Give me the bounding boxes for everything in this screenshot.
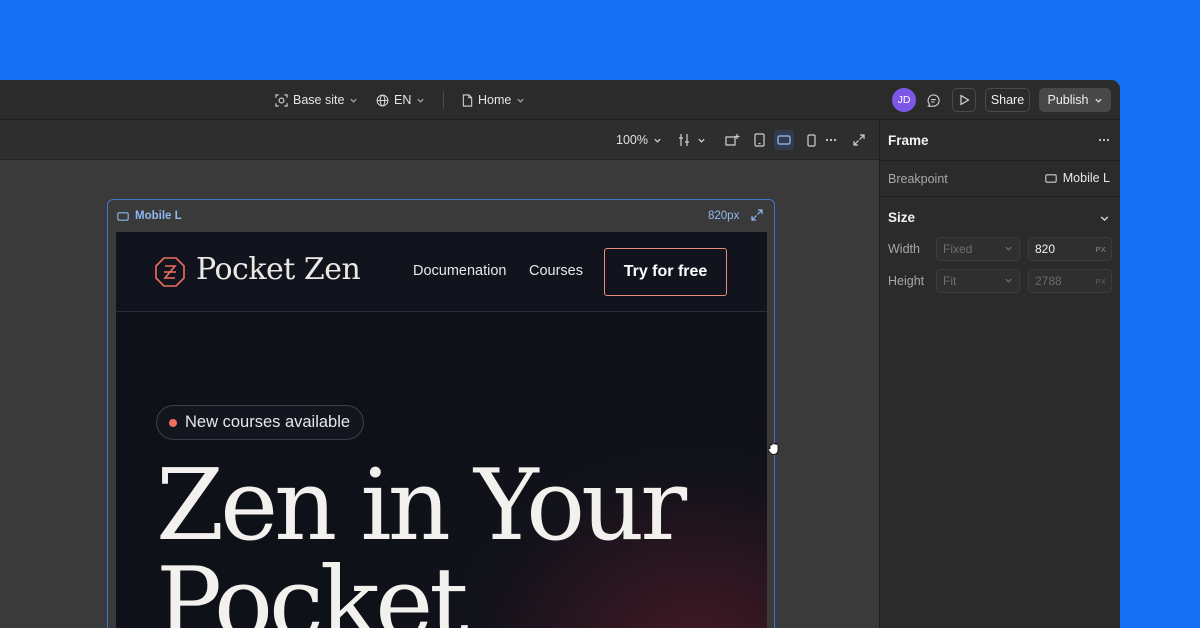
preview-play-icon[interactable] [952, 88, 976, 112]
size-section-title: Size [888, 210, 916, 225]
nav-link-documentation[interactable]: Documenation [413, 263, 507, 279]
nav-link-courses[interactable]: Courses [529, 263, 583, 279]
hero-line: Zen in Your [156, 449, 687, 563]
site-icon [275, 93, 288, 107]
divider [880, 196, 1120, 197]
height-input[interactable]: 2788 PX [1028, 269, 1112, 293]
try-for-free-button[interactable]: Try for free [604, 248, 727, 296]
page-icon [462, 93, 473, 107]
more-options-icon[interactable] [1095, 133, 1113, 147]
width-input-value: 820 [1035, 242, 1056, 256]
sliders-icon [677, 133, 691, 147]
status-dot [169, 418, 177, 427]
chevron-down-icon [653, 136, 662, 145]
width-label: Width [888, 242, 920, 256]
page-selector[interactable]: Home [462, 80, 525, 120]
more-options-icon[interactable] [821, 130, 841, 150]
publish-label: Publish [1047, 93, 1089, 107]
width-input[interactable]: 820 PX [1028, 237, 1112, 261]
width-mode-select[interactable]: Fixed [936, 237, 1020, 261]
breakpoint-label: Breakpoint [888, 172, 948, 186]
chevron-down-icon [349, 96, 358, 105]
height-mode-select[interactable]: Fit [936, 269, 1020, 293]
frame-label[interactable]: Mobile L [117, 200, 182, 232]
chevron-down-icon[interactable] [1096, 211, 1112, 225]
spacing-tool[interactable] [674, 130, 708, 150]
canvas-toolbar: 100% [0, 120, 879, 160]
publish-button[interactable]: Publish [1039, 88, 1111, 112]
frame-header: Mobile L 820px [108, 200, 774, 232]
mobile-landscape-icon[interactable] [774, 130, 794, 150]
language-label: EN [394, 93, 412, 107]
site-selector-label: Base site [293, 93, 345, 107]
toolbar-divider [443, 91, 444, 109]
breakpoint-value-label: Mobile L [1062, 171, 1110, 185]
width-unit: PX [1095, 244, 1106, 254]
share-button[interactable]: Share [985, 88, 1030, 112]
chevron-down-icon [416, 96, 425, 105]
fullscreen-icon[interactable] [849, 130, 869, 150]
mobile-portrait-icon[interactable] [801, 130, 821, 150]
width-mode-value: Fixed [943, 242, 973, 256]
pocket-zen-logo-icon[interactable] [154, 256, 186, 288]
chevron-down-icon [516, 96, 525, 105]
language-selector[interactable]: EN [376, 80, 425, 120]
breakpoint-value[interactable]: Mobile L [1045, 171, 1110, 185]
hero-heading: Zen in Your Pocket [156, 449, 687, 628]
height-unit: PX [1095, 276, 1106, 286]
hero-line: Pocket [156, 547, 469, 628]
breakpoint-frame[interactable]: Mobile L 820px Pocket Zen Documenation C… [107, 199, 775, 628]
comment-icon[interactable] [923, 90, 943, 110]
expand-icon[interactable] [751, 209, 763, 221]
height-input-value: 2788 [1035, 274, 1062, 288]
chevron-down-icon [1004, 244, 1013, 253]
chevron-down-icon [1094, 96, 1103, 105]
avatar[interactable]: JD [892, 88, 916, 112]
page-label: Home [478, 93, 512, 107]
share-label: Share [990, 93, 1025, 107]
height-mode-value: Fit [943, 274, 957, 288]
chevron-down-icon [1004, 276, 1013, 285]
announcement-badge[interactable]: New courses available [156, 405, 365, 440]
mobile-landscape-icon [117, 211, 129, 221]
globe-icon [376, 94, 389, 107]
mobile-landscape-icon [1045, 173, 1057, 183]
add-breakpoint-icon[interactable] [723, 130, 743, 150]
tablet-icon[interactable] [749, 130, 769, 150]
frame-width-readout: 820px [708, 210, 740, 222]
properties-panel: Frame Breakpoint Mobile L Size Width Fix… [879, 120, 1120, 628]
badge-label: New courses available [185, 413, 351, 431]
zoom-selector[interactable]: 100% [616, 120, 662, 160]
divider [880, 160, 1120, 161]
grab-cursor-icon [766, 440, 782, 456]
site-selector[interactable]: Base site [275, 80, 358, 120]
logo-wordmark[interactable]: Pocket Zen [196, 252, 361, 287]
site-nav: Pocket Zen Documenation Courses Try for … [116, 232, 767, 312]
chevron-down-icon [697, 136, 706, 145]
height-label: Height [888, 274, 925, 288]
frame-name: Mobile L [135, 210, 182, 222]
top-bar: Base site EN Home JD Share Publish [0, 80, 1120, 120]
zoom-level: 100% [616, 133, 648, 147]
panel-title: Frame [888, 133, 929, 148]
site-preview: Pocket Zen Documenation Courses Try for … [116, 232, 767, 628]
